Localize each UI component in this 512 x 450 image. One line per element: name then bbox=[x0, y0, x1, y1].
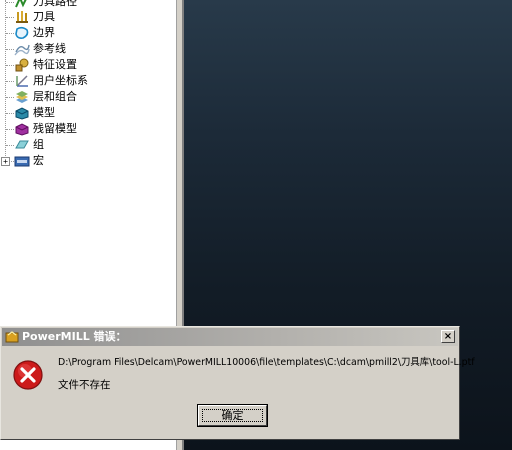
tree-item-label: 宏 bbox=[33, 154, 44, 167]
tree-item-label: 组 bbox=[33, 138, 44, 151]
pattern-icon bbox=[14, 44, 30, 56]
levels-icon bbox=[16, 91, 28, 103]
tree-item-label: 用户坐标系 bbox=[33, 74, 88, 87]
powermill-app-icon bbox=[5, 331, 19, 343]
tool-icon bbox=[16, 11, 28, 23]
tree-item-boundaries[interactable]: 边界 bbox=[0, 25, 176, 41]
tree-item-label: 边界 bbox=[33, 26, 55, 39]
tree-item-stockmodels[interactable]: 残留模型 bbox=[0, 121, 176, 137]
model-icon bbox=[15, 107, 29, 120]
tree-connector bbox=[6, 129, 14, 130]
tree-item-label: 刀具 bbox=[33, 10, 55, 23]
error-icon bbox=[13, 360, 43, 390]
tree-connector bbox=[6, 81, 14, 82]
tree-connector bbox=[6, 65, 14, 66]
macro-icon bbox=[14, 156, 30, 167]
error-dialog: PowerMILL 错误： × D:\Program Files\Delcam\… bbox=[0, 326, 475, 440]
tree-item-models[interactable]: 模型 bbox=[0, 105, 176, 121]
tree-item-label: 特征设置 bbox=[33, 58, 77, 71]
workplane-icon bbox=[16, 75, 28, 87]
tree-item-label: 模型 bbox=[33, 106, 55, 119]
tree-connector bbox=[6, 17, 14, 18]
error-file-path: D:\Program Files\Delcam\PowerMILL10006\f… bbox=[58, 357, 475, 368]
tree-item-featuresets[interactable]: 特征设置 bbox=[0, 57, 176, 73]
tree-item-workplanes[interactable]: 用户坐标系 bbox=[0, 73, 176, 89]
tree-connector bbox=[6, 2, 14, 3]
tree-item-macros[interactable]: + 宏 bbox=[0, 153, 176, 169]
close-button[interactable]: × bbox=[441, 330, 455, 343]
tree-connector bbox=[6, 97, 14, 98]
ok-button[interactable]: 确定 bbox=[197, 404, 268, 427]
stockmodel-icon bbox=[15, 123, 29, 136]
expand-toggle[interactable]: + bbox=[1, 157, 10, 166]
tree-connector bbox=[6, 113, 14, 114]
tree-connector bbox=[6, 33, 14, 34]
tree-connector bbox=[6, 49, 14, 50]
tree-item-label: 残留模型 bbox=[33, 122, 77, 135]
tree-item-patterns[interactable]: 参考线 bbox=[0, 41, 176, 57]
dialog-titlebar[interactable]: PowerMILL 错误： × bbox=[2, 328, 458, 346]
tree-item-label: 刀具路径 bbox=[33, 0, 77, 8]
tree-item-label: 层和组合 bbox=[33, 90, 77, 103]
dialog-title: PowerMILL 错误： bbox=[22, 330, 127, 343]
tree-connector bbox=[6, 145, 14, 146]
featureset-icon bbox=[15, 58, 29, 72]
boundary-icon bbox=[15, 26, 29, 39]
tree-item-label: 参考线 bbox=[33, 42, 66, 55]
error-message: 文件不存在 bbox=[58, 379, 111, 391]
tree-item-tools[interactable]: 刀具 bbox=[0, 9, 176, 25]
ok-button-label: 确定 bbox=[221, 409, 244, 422]
toolpath-icon bbox=[15, 0, 27, 8]
group-icon bbox=[15, 140, 29, 149]
close-icon: × bbox=[443, 331, 453, 342]
tree-item-groups[interactable]: 组 bbox=[0, 137, 176, 153]
tree-item-levels[interactable]: 层和组合 bbox=[0, 89, 176, 105]
